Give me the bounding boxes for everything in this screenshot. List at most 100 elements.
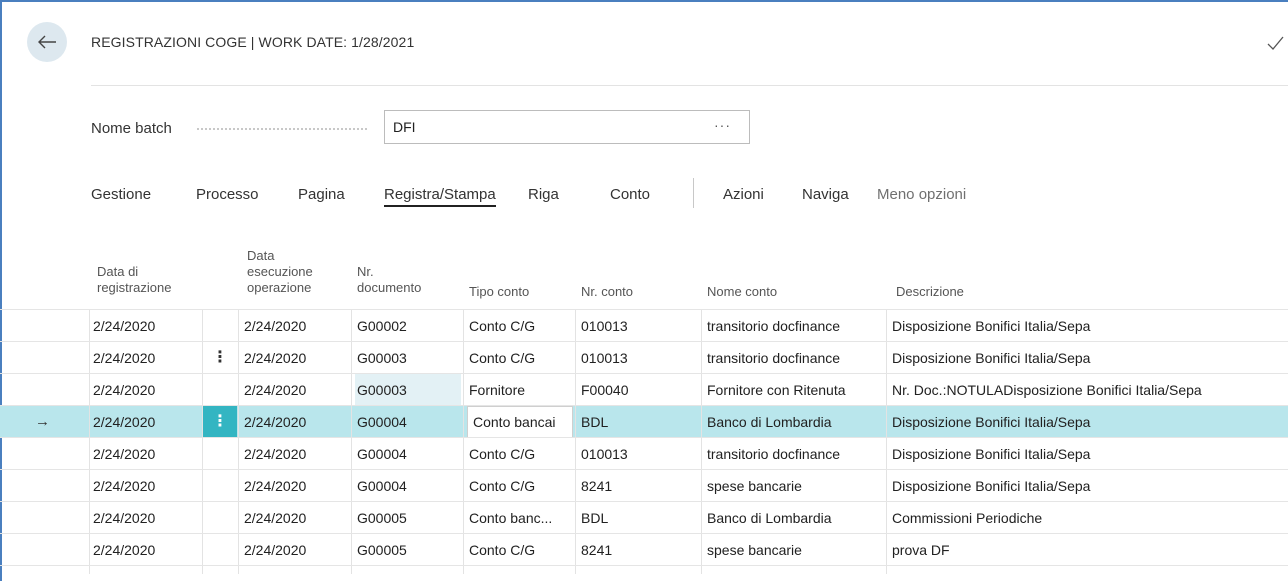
action-processo[interactable]: Processo bbox=[196, 186, 259, 203]
cell-data-esecuzione[interactable]: 2/24/2020 bbox=[242, 438, 350, 470]
cell-tipo-conto[interactable]: Conto C/G bbox=[467, 342, 573, 374]
cell-nr-conto[interactable]: 010013 bbox=[579, 438, 699, 470]
cell-tipo-conto[interactable]: Conto C/G bbox=[467, 470, 573, 502]
col-header-descrizione[interactable]: Descrizione bbox=[896, 284, 964, 300]
column-divider bbox=[886, 406, 887, 438]
back-button[interactable] bbox=[27, 22, 67, 62]
cell-nr-conto[interactable]: 8241 bbox=[579, 470, 699, 502]
cell-tipo-conto[interactable]: Fornitore bbox=[467, 374, 573, 406]
action-azioni[interactable]: Azioni bbox=[723, 186, 764, 203]
action-gestione[interactable]: Gestione bbox=[91, 186, 151, 203]
cell-data-registrazione[interactable]: 2/24/2020 bbox=[91, 310, 201, 342]
cell-descrizione[interactable]: Disposizione Bonifici Italia/Sepa bbox=[890, 438, 1286, 470]
checkmark-icon[interactable] bbox=[1265, 33, 1285, 53]
column-divider bbox=[575, 502, 576, 534]
table-row[interactable]: 2/24/2020 2/24/2020 G00004 Conto C/G 8241 spe… bbox=[0, 469, 1288, 502]
cell-tipo-conto[interactable]: Conto C/G bbox=[467, 534, 573, 566]
cell-nome-conto[interactable]: transitorio docfinance bbox=[705, 438, 885, 470]
column-divider bbox=[89, 438, 90, 470]
cell-data-esecuzione[interactable]: 2/24/2020 bbox=[242, 406, 350, 438]
cell-nr-documento[interactable]: G00004 bbox=[355, 406, 461, 438]
table-row[interactable]: → ⋮ 2/24/2020 2/24/2020 G00004 Conto bancai BD… bbox=[0, 405, 1288, 438]
action-registra-stampa[interactable]: Registra/Stampa bbox=[384, 186, 496, 207]
vertical-ellipsis-icon[interactable]: ⋮ bbox=[203, 406, 237, 438]
cell-data-esecuzione[interactable]: 2/24/2020 bbox=[242, 374, 350, 406]
col-header-tipo-conto[interactable]: Tipo conto bbox=[469, 284, 529, 300]
cell-descrizione[interactable]: prova DF bbox=[890, 534, 1286, 566]
table-row[interactable]: 2/24/2020 2/24/2020 G00005 Conto banc... BDL… bbox=[0, 501, 1288, 534]
table-row[interactable]: 2/24/2020 2/24/2020 G00005 Conto C/G 8241 spe… bbox=[0, 533, 1288, 566]
cell-descrizione[interactable]: Disposizione Bonifici Italia/Sepa bbox=[890, 310, 1286, 342]
cell-data-registrazione[interactable]: 2/24/2020 bbox=[91, 470, 201, 502]
cell-data-registrazione[interactable]: 2/24/2020 bbox=[91, 374, 201, 406]
col-header-nome-conto[interactable]: Nome conto bbox=[707, 284, 777, 300]
cell-data-registrazione[interactable]: 2/24/2020 bbox=[91, 534, 201, 566]
column-divider bbox=[701, 438, 702, 470]
column-divider bbox=[89, 310, 90, 342]
cell-nr-documento[interactable]: G00002 bbox=[355, 310, 461, 342]
vertical-ellipsis-icon[interactable] bbox=[203, 438, 237, 470]
cell-tipo-conto[interactable]: Conto C/G bbox=[467, 438, 573, 470]
batch-name-field[interactable]: DFI ··· bbox=[384, 110, 750, 144]
col-header-data-esecuzione[interactable]: Data esecuzione operazione bbox=[247, 248, 313, 296]
cell-nr-conto[interactable]: BDL bbox=[579, 406, 699, 438]
cell-data-registrazione[interactable]: 2/24/2020 bbox=[91, 502, 201, 534]
action-conto[interactable]: Conto bbox=[610, 186, 650, 203]
cell-nome-conto[interactable]: Fornitore con Ritenuta bbox=[705, 374, 885, 406]
cell-nome-conto[interactable]: Banco di Lombardia bbox=[705, 502, 885, 534]
action-meno-opzioni[interactable]: Meno opzioni bbox=[877, 186, 966, 203]
cell-descrizione[interactable]: Disposizione Bonifici Italia/Sepa bbox=[890, 342, 1286, 374]
cell-nr-documento[interactable]: G00003 bbox=[355, 342, 461, 374]
cell-descrizione[interactable]: Disposizione Bonifici Italia/Sepa bbox=[890, 470, 1286, 502]
cell-nome-conto[interactable]: spese bancarie bbox=[705, 470, 885, 502]
lookup-ellipsis-icon[interactable]: ··· bbox=[714, 117, 731, 133]
action-naviga[interactable]: Naviga bbox=[802, 186, 849, 203]
cell-nome-conto[interactable]: transitorio docfinance bbox=[705, 342, 885, 374]
vertical-ellipsis-icon[interactable] bbox=[203, 470, 237, 502]
cell-data-esecuzione[interactable]: 2/24/2020 bbox=[242, 502, 350, 534]
cell-data-registrazione[interactable]: 2/24/2020 bbox=[91, 406, 201, 438]
vertical-ellipsis-icon[interactable] bbox=[203, 534, 237, 566]
col-header-nr-conto[interactable]: Nr. conto bbox=[581, 284, 633, 300]
action-separator bbox=[693, 178, 694, 208]
cell-data-esecuzione[interactable]: 2/24/2020 bbox=[242, 470, 350, 502]
action-riga[interactable]: Riga bbox=[528, 186, 559, 203]
table-row[interactable]: 2/24/2020 2/24/2020 G00003 Fornitore F00040 F… bbox=[0, 373, 1288, 406]
cell-nr-documento[interactable]: G00005 bbox=[355, 502, 461, 534]
cell-nr-documento[interactable]: G00003 bbox=[355, 374, 461, 406]
cell-tipo-conto[interactable]: Conto banc... bbox=[467, 502, 573, 534]
col-header-data-registrazione[interactable]: Data di registrazione bbox=[97, 264, 171, 296]
cell-tipo-conto[interactable]: Conto bancai bbox=[467, 406, 573, 438]
cell-nr-conto[interactable]: 8241 bbox=[579, 534, 699, 566]
column-divider bbox=[701, 502, 702, 534]
column-divider bbox=[351, 470, 352, 502]
cell-data-esecuzione[interactable]: 2/24/2020 bbox=[242, 534, 350, 566]
cell-nome-conto[interactable]: spese bancarie bbox=[705, 534, 885, 566]
action-pagina[interactable]: Pagina bbox=[298, 186, 345, 203]
cell-nr-documento[interactable]: G00004 bbox=[355, 438, 461, 470]
cell-data-esecuzione[interactable]: 2/24/2020 bbox=[242, 342, 350, 374]
table-row[interactable]: ⋮ 2/24/2020 2/24/2020 G00003 Conto C/G 010013… bbox=[0, 341, 1288, 374]
vertical-ellipsis-icon[interactable]: ⋮ bbox=[203, 342, 237, 374]
cell-nr-documento[interactable]: G00004 bbox=[355, 470, 461, 502]
cell-descrizione[interactable]: Commissioni Periodiche bbox=[890, 502, 1286, 534]
cell-data-esecuzione[interactable]: 2/24/2020 bbox=[242, 310, 350, 342]
cell-descrizione[interactable]: Disposizione Bonifici Italia/Sepa bbox=[890, 406, 1286, 438]
cell-tipo-conto[interactable]: Conto C/G bbox=[467, 310, 573, 342]
table-row[interactable]: 2/24/2020 2/24/2020 G00002 Conto C/G 010013 t… bbox=[0, 309, 1288, 342]
cell-nr-conto[interactable]: 010013 bbox=[579, 310, 699, 342]
cell-descrizione[interactable]: Nr. Doc.:NOTULADisposizione Bonifici Ita… bbox=[890, 374, 1286, 406]
vertical-ellipsis-icon[interactable] bbox=[203, 502, 237, 534]
cell-nr-conto[interactable]: BDL bbox=[579, 502, 699, 534]
cell-nome-conto[interactable]: Banco di Lombardia bbox=[705, 406, 885, 438]
table-row[interactable]: 2/24/2020 2/24/2020 G00004 Conto C/G 010013 t… bbox=[0, 437, 1288, 470]
cell-nome-conto[interactable]: transitorio docfinance bbox=[705, 310, 885, 342]
cell-nr-documento[interactable]: G00005 bbox=[355, 534, 461, 566]
cell-data-registrazione[interactable]: 2/24/2020 bbox=[91, 438, 201, 470]
col-header-nr-documento[interactable]: Nr. documento bbox=[357, 264, 421, 296]
vertical-ellipsis-icon[interactable] bbox=[203, 374, 237, 406]
cell-nr-conto[interactable]: F00040 bbox=[579, 374, 699, 406]
vertical-ellipsis-icon[interactable] bbox=[203, 310, 237, 342]
cell-data-registrazione[interactable]: 2/24/2020 bbox=[91, 342, 201, 374]
cell-nr-conto[interactable]: 010013 bbox=[579, 342, 699, 374]
